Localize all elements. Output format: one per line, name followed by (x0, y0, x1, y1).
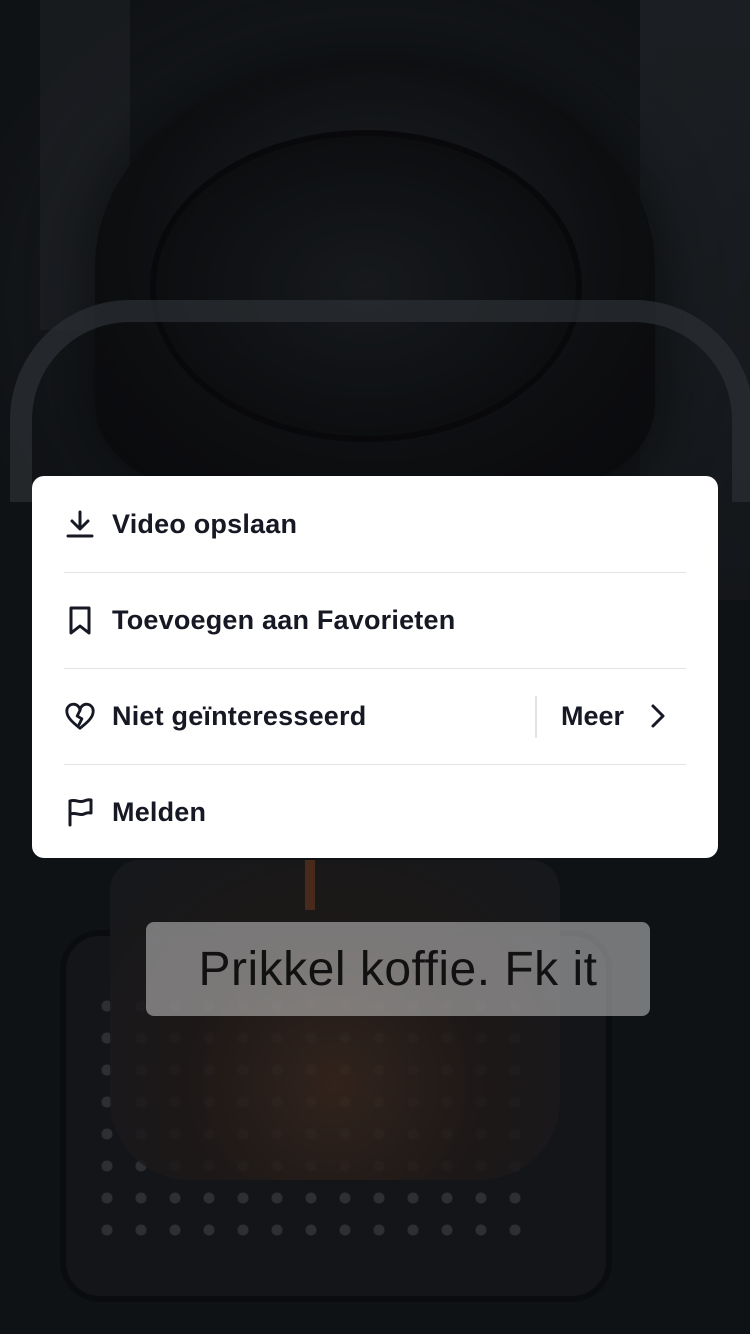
bookmark-icon (64, 604, 96, 636)
more-button[interactable]: Meer (561, 668, 666, 764)
save-video-option[interactable]: Video opslaan (32, 476, 718, 572)
broken-heart-icon (64, 700, 96, 732)
action-sheet: Video opslaan Toevoegen aan Favorieten N… (32, 476, 718, 858)
add-to-favorites-label: Toevoegen aan Favorieten (112, 604, 456, 635)
report-label: Melden (112, 796, 207, 827)
more-divider (535, 696, 537, 738)
video-caption: Prikkel koffie. Fk it (146, 922, 650, 1016)
add-to-favorites-option[interactable]: Toevoegen aan Favorieten (32, 572, 718, 668)
chevron-right-icon (648, 702, 666, 730)
more-label: Meer (561, 700, 625, 731)
download-icon (64, 508, 96, 540)
save-video-label: Video opslaan (112, 508, 298, 539)
not-interested-label: Niet geïnteresseerd (112, 700, 367, 731)
not-interested-option[interactable]: Niet geïnteresseerd Meer (32, 668, 718, 764)
flag-icon (64, 796, 96, 828)
report-option[interactable]: Melden (32, 764, 718, 858)
